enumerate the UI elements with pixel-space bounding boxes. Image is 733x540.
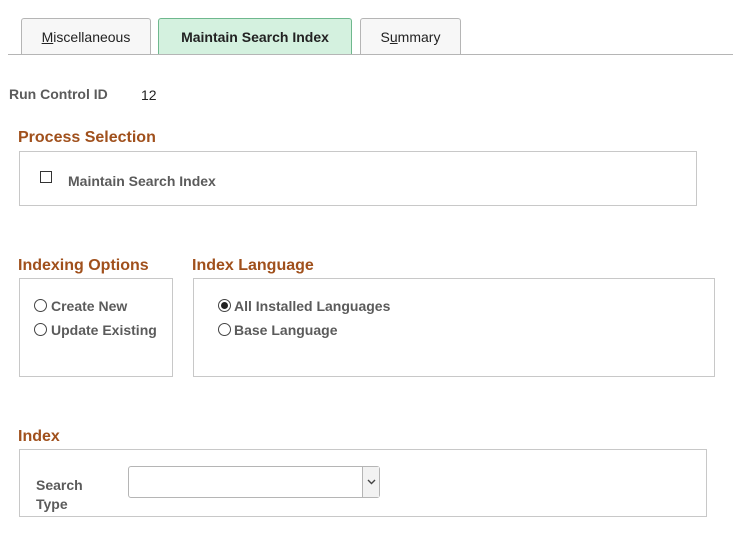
run-control-id-value: 12 [141,87,157,103]
chevron-down-icon[interactable] [362,467,379,497]
tab-miscellaneous[interactable]: Miscellaneous [21,18,151,54]
index-language-box: All Installed Languages Base Language [193,278,715,377]
index-title: Index [18,428,60,445]
tab-summary[interactable]: Summary [360,18,461,54]
search-type-select[interactable] [128,466,380,498]
indexing-options-title: Indexing Options [18,257,149,274]
process-selection-box: Maintain Search Index [19,151,697,206]
all-installed-languages-label: All Installed Languages [234,298,391,314]
index-language-title: Index Language [192,257,314,274]
maintain-search-index-checkbox[interactable] [40,171,52,183]
tab-miscellaneous-label: Miscellaneous [41,28,131,45]
tab-divider [8,54,733,55]
tab-maintain-search-index-label: Maintain Search Index [181,29,329,45]
all-installed-languages-radio[interactable] [218,299,231,312]
create-new-radio[interactable] [34,299,47,312]
run-control-id-label: Run Control ID [9,86,108,102]
process-selection-title: Process Selection [18,129,156,146]
update-existing-radio[interactable] [34,323,47,336]
maintain-search-index-label: Maintain Search Index [68,173,216,189]
search-type-label: Search Type [36,477,83,512]
create-new-label: Create New [51,298,128,314]
update-existing-label: Update Existing [51,322,157,338]
base-language-label: Base Language [234,322,338,338]
tab-maintain-search-index[interactable]: Maintain Search Index [158,18,352,55]
base-language-radio[interactable] [218,323,231,336]
tab-bar: Miscellaneous Maintain Search Index Summ… [0,0,733,55]
tab-summary-label: Summary [380,28,441,45]
indexing-options-box: Create New Update Existing [19,278,173,377]
